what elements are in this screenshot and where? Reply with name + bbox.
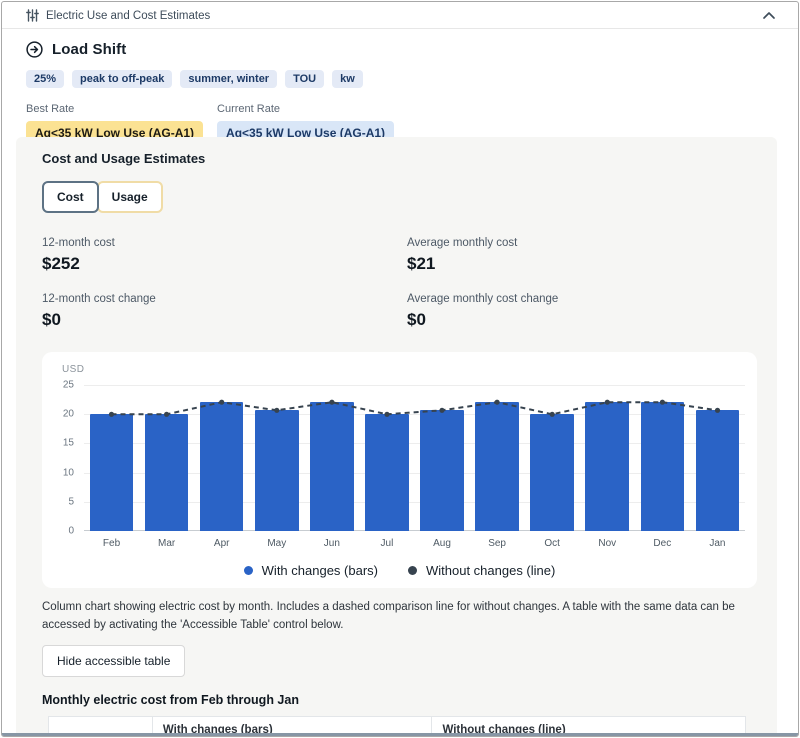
x-tick-label: Sep: [470, 538, 525, 549]
legend-label: Without changes (line): [426, 563, 555, 578]
load-shift-header: Load Shift: [26, 41, 774, 58]
y-tick-label: 25: [63, 380, 74, 391]
chip: kw: [332, 70, 363, 88]
stat-value: $0: [407, 310, 757, 330]
bottom-edge-band: [2, 733, 798, 736]
stat: Average monthly cost $21: [407, 237, 757, 274]
sliders-icon: [26, 9, 39, 22]
y-tick-label: 0: [68, 526, 74, 537]
accessible-table-title: Monthly electric cost from Feb through J…: [42, 693, 757, 707]
legend-item: Without changes (line): [408, 563, 555, 578]
hide-accessible-table-button[interactable]: Hide accessible table: [42, 645, 185, 677]
x-tick-label: Jun: [304, 538, 359, 549]
tab-usage[interactable]: Usage: [97, 181, 163, 213]
electric-use-panel: Electric Use and Cost Estimates Load Shi…: [1, 1, 799, 737]
chip: TOU: [285, 70, 324, 88]
tab-cost[interactable]: Cost: [42, 181, 99, 213]
cost-usage-estimates-panel: Cost and Usage Estimates Cost Usage 12-m…: [16, 137, 777, 736]
collapse-chevron-up-icon[interactable]: [762, 11, 776, 20]
arrow-right-circle-icon[interactable]: [26, 41, 43, 58]
legend-item: With changes (bars): [244, 563, 378, 578]
chip: summer, winter: [180, 70, 277, 88]
x-tick-label: Nov: [580, 538, 635, 549]
legend-dot-icon: [244, 566, 253, 575]
chart-y-axis: 0510152025: [54, 385, 76, 531]
chart-legend: With changes (bars) Without changes (line…: [42, 563, 757, 578]
best-rate-label: Best Rate: [26, 103, 203, 115]
stat-label: Average monthly cost change: [407, 293, 757, 305]
y-tick-label: 20: [63, 409, 74, 420]
chip: 25%: [26, 70, 64, 88]
y-tick-label: 15: [63, 438, 74, 449]
stat: 12-month cost change $0: [42, 293, 407, 330]
legend-dot-icon: [408, 566, 417, 575]
current-rate-label: Current Rate: [217, 103, 394, 115]
chart-plot-area: [84, 385, 745, 531]
chip: peak to off-peak: [72, 70, 172, 88]
y-tick-label: 5: [68, 496, 74, 507]
panel-title: Electric Use and Cost Estimates: [46, 10, 210, 22]
x-tick-label: Feb: [84, 538, 139, 549]
estimates-title: Cost and Usage Estimates: [42, 151, 757, 166]
stats-grid: 12-month cost $252Average monthly cost $21…: [42, 237, 757, 330]
stat-value: $252: [42, 254, 407, 274]
legend-label: With changes (bars): [262, 563, 378, 578]
chart-body: 0510152025 FebMarAprMayJunJulAugSepOctNo…: [54, 385, 745, 549]
stat-value: $21: [407, 254, 757, 274]
chart-description: Column chart showing electric cost by mo…: [42, 598, 757, 635]
stat-label: 12-month cost: [42, 237, 407, 249]
x-tick-label: Oct: [525, 538, 580, 549]
chart-card: USD 0 5 10 15 20 25 FebMarAprMayJunJulAugSepO…: [42, 352, 757, 588]
chart-x-axis: FebMarAprMayJunJulAugSepOctNovDecJan: [84, 538, 745, 549]
parameter-chips: 25% peak to off-peak summer, winter TOU kw: [26, 70, 774, 88]
stat: 12-month cost $252: [42, 237, 407, 274]
x-tick-label: Mar: [139, 538, 194, 549]
stat-label: Average monthly cost: [407, 237, 757, 249]
panel-header: Electric Use and Cost Estimates: [2, 2, 798, 29]
x-tick-label: Aug: [414, 538, 469, 549]
load-shift-title: Load Shift: [52, 41, 126, 58]
stat: Average monthly cost change $0: [407, 293, 757, 330]
x-tick-label: Jul: [359, 538, 414, 549]
x-tick-label: Jan: [690, 538, 745, 549]
x-tick-label: May: [249, 538, 304, 549]
stat-value: $0: [42, 310, 407, 330]
stat-label: 12-month cost change: [42, 293, 407, 305]
chart-unit-label: USD: [62, 364, 757, 375]
x-tick-label: Dec: [635, 538, 690, 549]
cost-usage-toggle: Cost Usage: [42, 181, 163, 213]
chart-dashed-line: [84, 385, 745, 531]
y-tick-label: 10: [63, 467, 74, 478]
x-tick-label: Apr: [194, 538, 249, 549]
